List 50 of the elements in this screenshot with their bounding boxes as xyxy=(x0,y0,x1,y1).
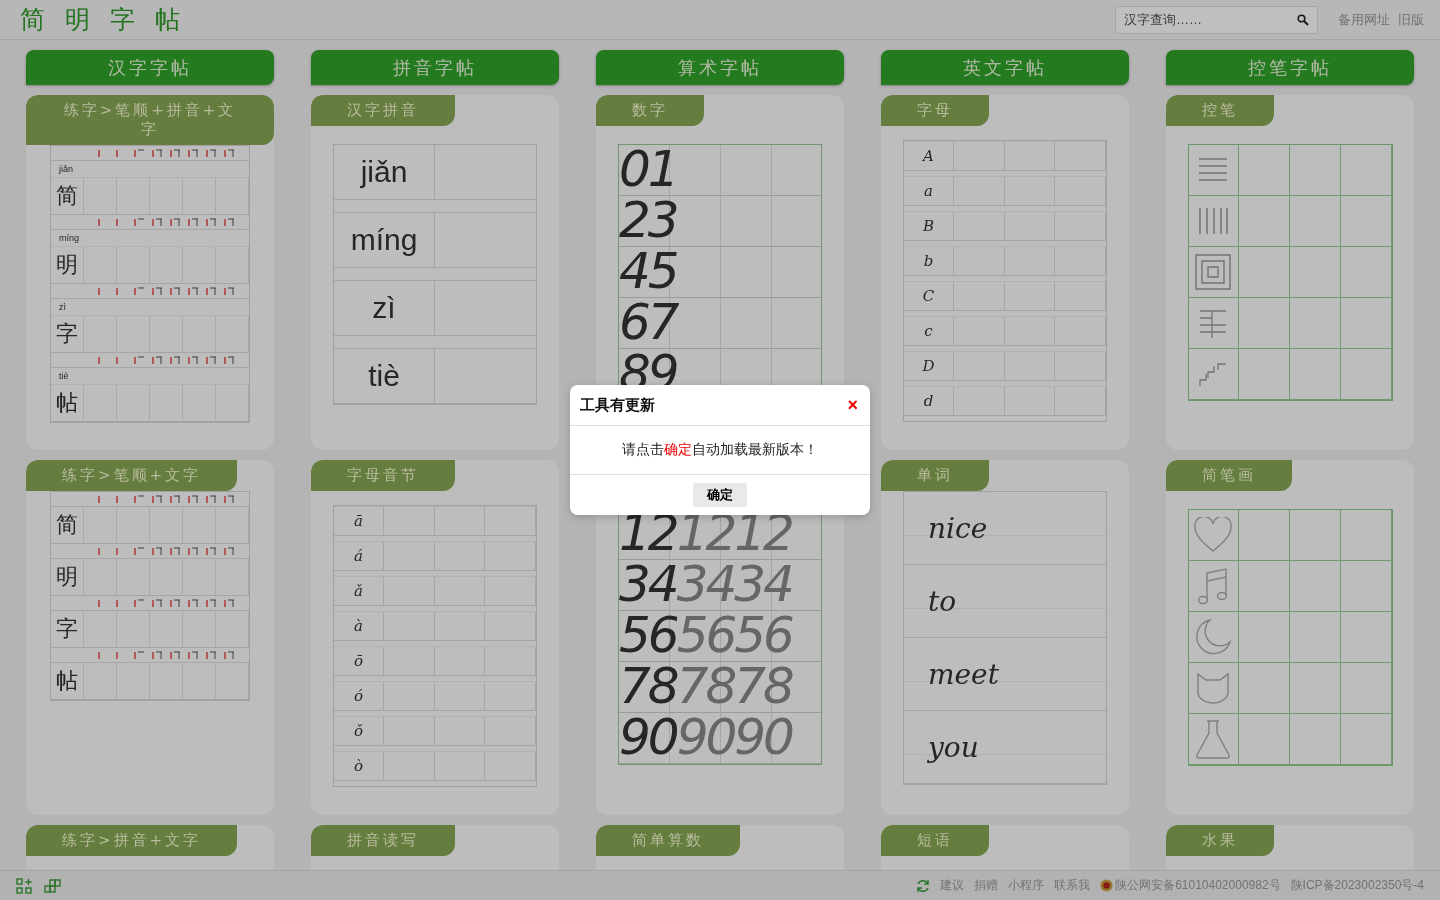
letter-text: d xyxy=(923,392,934,410)
trace-digits-text: 1212 xyxy=(676,507,792,559)
letter-text: ò xyxy=(354,757,363,775)
pinyin-text: jiǎn xyxy=(360,155,408,189)
letter-text: ǎ xyxy=(354,582,363,600)
digits-text: 78 xyxy=(619,660,677,712)
trace-digits-text: 5656 xyxy=(676,609,792,661)
digits-text: 01 xyxy=(619,143,677,195)
digits-text: 56 xyxy=(619,609,677,661)
pinyin-text: zì xyxy=(372,291,396,325)
character-text: 字 xyxy=(56,320,78,348)
letter-text: B xyxy=(923,217,934,235)
pinyin-text: míng xyxy=(59,233,79,243)
character-text: 字 xyxy=(56,615,78,643)
pinyin-text: tiè xyxy=(59,371,69,381)
word-text: meet xyxy=(928,657,999,691)
letter-text: c xyxy=(924,322,933,340)
character-text: 帖 xyxy=(56,389,78,417)
digits-text: 67 xyxy=(619,296,677,348)
trace-digits-text: 3434 xyxy=(676,558,792,610)
letter-text: ō xyxy=(354,652,363,670)
letter-text: A xyxy=(923,147,934,165)
digits-text: 90 xyxy=(619,711,677,763)
character-text: 简 xyxy=(56,511,78,539)
letter-text: à xyxy=(354,617,363,635)
trace-digits-text: 7878 xyxy=(676,660,792,712)
word-text: nice xyxy=(928,511,988,545)
letter-text: ǒ xyxy=(354,722,363,740)
character-text: 帖 xyxy=(56,667,78,695)
digits-text: 23 xyxy=(619,194,677,246)
word-text: to xyxy=(928,584,957,618)
letter-text: C xyxy=(922,287,935,305)
letter-text: b xyxy=(923,252,934,270)
pinyin-text: jiǎn xyxy=(59,164,73,174)
digits-text: 12 xyxy=(619,507,677,559)
pinyin-text: zì xyxy=(59,302,66,312)
character-text: 明 xyxy=(56,563,78,591)
character-text: 明 xyxy=(56,251,78,279)
letter-text: ā xyxy=(354,512,363,530)
character-text: 简 xyxy=(56,182,78,210)
letter-text: a xyxy=(924,182,933,200)
letter-text: ó xyxy=(354,687,363,705)
trace-digits-text: 9090 xyxy=(676,711,792,763)
digits-text: 45 xyxy=(619,245,677,297)
digits-text: 34 xyxy=(619,558,677,610)
letter-text: á xyxy=(354,547,363,565)
word-text: you xyxy=(928,730,979,764)
pinyin-text: tiè xyxy=(368,359,400,393)
letter-text: D xyxy=(922,357,935,375)
pinyin-text: míng xyxy=(350,223,418,257)
